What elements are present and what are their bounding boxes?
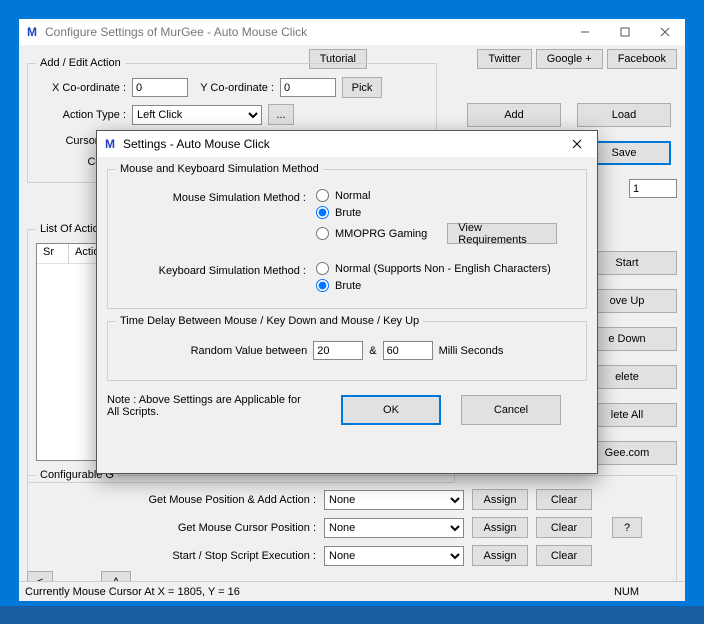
table-col-sr[interactable]: Sr [37, 244, 69, 264]
row2-select[interactable]: None [324, 518, 464, 538]
maximize-button[interactable] [605, 19, 645, 45]
x-label: X Co-ordinate : [36, 82, 126, 94]
close-button[interactable] [645, 19, 685, 45]
google-button[interactable]: Google + [536, 49, 603, 69]
x-input[interactable] [132, 78, 188, 97]
row2-clear[interactable]: Clear [536, 517, 592, 538]
dialog-note: Note : Above Settings are Applicable for… [107, 394, 307, 418]
minimize-button[interactable] [565, 19, 605, 45]
mouse-mmoprg-radio[interactable] [316, 227, 329, 240]
dialog-title: Settings - Auto Mouse Click [123, 137, 557, 151]
load-button[interactable]: Load [577, 103, 671, 127]
dialog-app-icon: M [103, 137, 117, 151]
delay-group: Time Delay Between Mouse / Key Down and … [107, 315, 587, 381]
row1-label: Get Mouse Position & Add Action : [36, 494, 316, 506]
configurable-group: Configurable G Get Mouse Position & Add … [27, 469, 677, 582]
status-text: Currently Mouse Cursor At X = 1805, Y = … [25, 586, 240, 598]
pick-button[interactable]: Pick [342, 77, 382, 98]
row2-assign[interactable]: Assign [472, 517, 528, 538]
dialog-titlebar: M Settings - Auto Mouse Click [97, 131, 597, 157]
facebook-button[interactable]: Facebook [607, 49, 677, 69]
amp-label: & [369, 345, 376, 357]
add-edit-legend: Add / Edit Action [36, 57, 125, 69]
status-bar: Currently Mouse Cursor At X = 1805, Y = … [19, 581, 685, 601]
main-titlebar: M Configure Settings of MurGee - Auto Mo… [19, 19, 685, 45]
row3-label: Start / Stop Script Execution : [36, 550, 316, 562]
view-requirements-button[interactable]: View Requirements [447, 223, 557, 244]
mouse-mmoprg-label: MMOPRG Gaming [335, 228, 427, 240]
delay-legend: Time Delay Between Mouse / Key Down and … [116, 315, 423, 327]
row1-assign[interactable]: Assign [472, 489, 528, 510]
ms-label: Milli Seconds [439, 345, 504, 357]
random-value-label: Random Value between [191, 345, 308, 357]
cancel-button[interactable]: Cancel [461, 395, 561, 425]
sim-method-group: Mouse and Keyboard Simulation Method Mou… [107, 163, 587, 309]
y-label: Y Co-ordinate : [194, 82, 274, 94]
mouse-sim-label: Mouse Simulation Method : [116, 189, 306, 248]
row3-assign[interactable]: Assign [472, 545, 528, 566]
repeat-input[interactable] [629, 179, 677, 198]
action-type-label: Action Type : [36, 109, 126, 121]
mouse-brute-radio[interactable] [316, 206, 329, 219]
delay-min-input[interactable] [313, 341, 363, 360]
kb-normal-radio[interactable] [316, 262, 329, 275]
status-num: NUM [614, 586, 679, 598]
add-button[interactable]: Add [467, 103, 561, 127]
row1-select[interactable]: None [324, 490, 464, 510]
help-button[interactable]: ? [612, 517, 642, 538]
kb-brute-radio[interactable] [316, 279, 329, 292]
kb-sim-label: Keyboard Simulation Method : [116, 262, 306, 296]
sim-method-legend: Mouse and Keyboard Simulation Method [116, 163, 323, 175]
kb-normal-label: Normal (Supports Non - English Character… [335, 263, 551, 275]
window-title: Configure Settings of MurGee - Auto Mous… [45, 25, 565, 39]
row3-select[interactable]: None [324, 546, 464, 566]
row1-clear[interactable]: Clear [536, 489, 592, 510]
row2-label: Get Mouse Cursor Position : [36, 522, 316, 534]
app-icon: M [25, 25, 39, 39]
delay-max-input[interactable] [383, 341, 433, 360]
row3-clear[interactable]: Clear [536, 545, 592, 566]
twitter-button[interactable]: Twitter [477, 49, 531, 69]
mouse-brute-label: Brute [335, 207, 361, 219]
kb-brute-label: Brute [335, 280, 361, 292]
mouse-normal-label: Normal [335, 190, 370, 202]
mouse-normal-radio[interactable] [316, 189, 329, 202]
dialog-close-button[interactable] [557, 131, 597, 157]
action-type-select[interactable]: Left Click [132, 105, 262, 125]
dots-button[interactable]: ... [268, 104, 294, 125]
taskbar-bg [0, 606, 704, 624]
settings-dialog: M Settings - Auto Mouse Click Mouse and … [96, 130, 598, 474]
y-input[interactable] [280, 78, 336, 97]
ok-button[interactable]: OK [341, 395, 441, 425]
